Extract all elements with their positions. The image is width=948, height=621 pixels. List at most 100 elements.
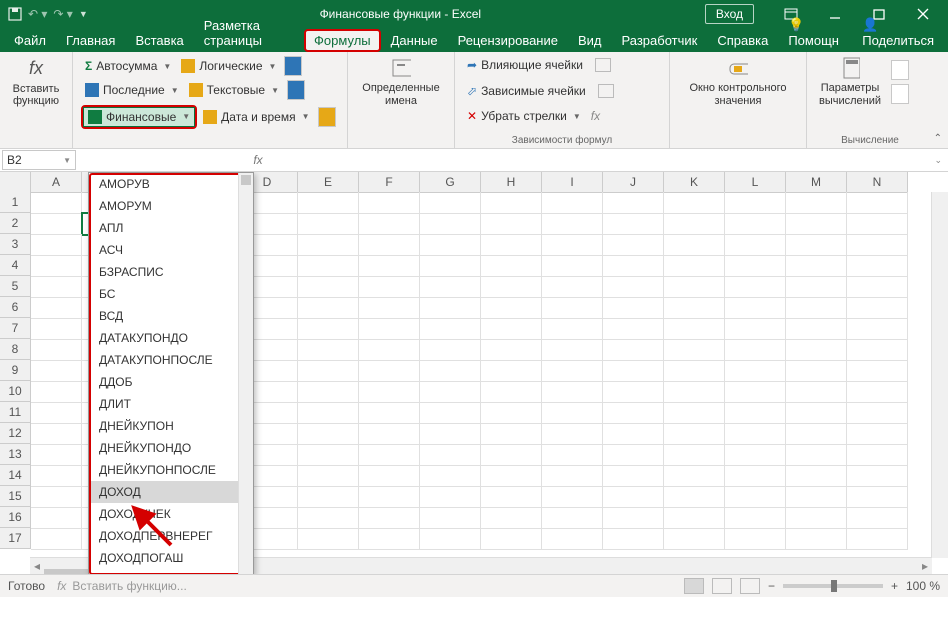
cell[interactable] (481, 444, 542, 466)
cell[interactable] (359, 255, 420, 277)
tab-поделиться[interactable]: 👤 Поделиться (852, 13, 944, 52)
cell[interactable] (542, 465, 603, 487)
cell[interactable] (664, 402, 725, 424)
cell[interactable] (664, 297, 725, 319)
cell[interactable] (603, 339, 664, 361)
recent-button[interactable]: Последние▼ (81, 80, 183, 100)
row-header[interactable]: 13 (0, 444, 31, 465)
cell[interactable] (481, 465, 542, 487)
name-box[interactable]: B2▼ (2, 150, 76, 170)
cell[interactable] (725, 423, 786, 445)
tab-вставка[interactable]: Вставка (125, 29, 193, 52)
datetime-button[interactable]: Дата и время▼ (199, 108, 313, 126)
select-all-corner[interactable] (0, 172, 31, 193)
calc-now-icon[interactable] (891, 60, 909, 80)
cell[interactable] (786, 465, 847, 487)
tab-формулы[interactable]: Формулы (304, 29, 381, 52)
cell[interactable] (542, 192, 603, 214)
cell[interactable] (725, 192, 786, 214)
cell[interactable] (298, 255, 359, 277)
cell[interactable] (603, 423, 664, 445)
cell[interactable] (725, 318, 786, 340)
cell[interactable] (847, 318, 908, 340)
cell[interactable] (542, 234, 603, 256)
cell[interactable] (786, 360, 847, 382)
financial-button[interactable]: Финансовые▼ (83, 107, 195, 127)
cell[interactable] (359, 402, 420, 424)
cell[interactable] (603, 486, 664, 508)
cell[interactable] (298, 381, 359, 403)
cell[interactable] (298, 402, 359, 424)
dropdown-item[interactable]: ДОХОДПОСЛНЕРЕГ (89, 569, 253, 574)
cell[interactable] (420, 528, 481, 550)
tab-справка[interactable]: Справка (707, 29, 778, 52)
cell[interactable] (420, 192, 481, 214)
cell[interactable] (542, 423, 603, 445)
cell[interactable] (31, 213, 82, 235)
dropdown-item[interactable]: АМОРУМ (89, 195, 253, 217)
cell[interactable] (298, 360, 359, 382)
cell[interactable] (420, 444, 481, 466)
column-header[interactable]: I (542, 172, 603, 193)
tab-файл[interactable]: Файл (4, 29, 56, 52)
cell[interactable] (786, 444, 847, 466)
cell[interactable] (359, 339, 420, 361)
cell[interactable] (420, 507, 481, 529)
cell[interactable] (847, 465, 908, 487)
cell[interactable] (725, 255, 786, 277)
dropdown-item[interactable]: ДОХОДКЧЕК (89, 503, 253, 525)
cell[interactable] (420, 213, 481, 235)
column-header[interactable]: N (847, 172, 908, 193)
cell[interactable] (31, 234, 82, 256)
dropdown-item[interactable]: ДОХОД (89, 481, 253, 503)
cell[interactable] (786, 339, 847, 361)
cell[interactable] (725, 486, 786, 508)
cell[interactable] (603, 192, 664, 214)
dropdown-item[interactable]: ВСД (89, 305, 253, 327)
cell[interactable] (481, 507, 542, 529)
cell[interactable] (298, 507, 359, 529)
cell[interactable] (31, 276, 82, 298)
cell[interactable] (31, 465, 82, 487)
tab-вид[interactable]: Вид (568, 29, 612, 52)
cell[interactable] (725, 507, 786, 529)
column-header[interactable]: L (725, 172, 786, 193)
cell[interactable] (664, 423, 725, 445)
cell[interactable] (725, 339, 786, 361)
page-layout-view-button[interactable] (712, 578, 732, 594)
cell[interactable] (31, 360, 82, 382)
cell[interactable] (786, 528, 847, 550)
cell[interactable] (664, 234, 725, 256)
cell[interactable] (603, 255, 664, 277)
cell[interactable] (298, 192, 359, 214)
cell[interactable] (847, 507, 908, 529)
cell[interactable] (298, 297, 359, 319)
dropdown-item[interactable]: ДАТАКУПОНПОСЛЕ (89, 349, 253, 371)
zoom-level[interactable]: 100 % (906, 579, 940, 593)
dropdown-item[interactable]: ДОХОДПОГАШ (89, 547, 253, 569)
cell[interactable] (31, 318, 82, 340)
undo-icon[interactable]: ↶ ▾ (28, 7, 47, 21)
row-header[interactable]: 16 (0, 507, 31, 528)
cell[interactable] (481, 234, 542, 256)
cell[interactable] (664, 444, 725, 466)
cell[interactable] (664, 213, 725, 235)
cell[interactable] (664, 528, 725, 550)
cell[interactable] (786, 486, 847, 508)
cell[interactable] (298, 339, 359, 361)
dropdown-item[interactable]: ДОХОДПЕРВНЕРЕГ (89, 525, 253, 547)
cell[interactable] (725, 381, 786, 403)
row-header[interactable]: 15 (0, 486, 31, 507)
cell[interactable] (359, 360, 420, 382)
cell[interactable] (847, 528, 908, 550)
cell[interactable] (359, 192, 420, 214)
cell[interactable] (481, 381, 542, 403)
cell[interactable] (542, 486, 603, 508)
column-header[interactable]: M (786, 172, 847, 193)
trace-dependents-button[interactable]: ⬀Зависимые ячейки (463, 82, 661, 100)
cell[interactable] (420, 423, 481, 445)
cell[interactable] (420, 360, 481, 382)
cell[interactable] (420, 234, 481, 256)
cell[interactable] (603, 213, 664, 235)
save-icon[interactable] (8, 7, 22, 21)
